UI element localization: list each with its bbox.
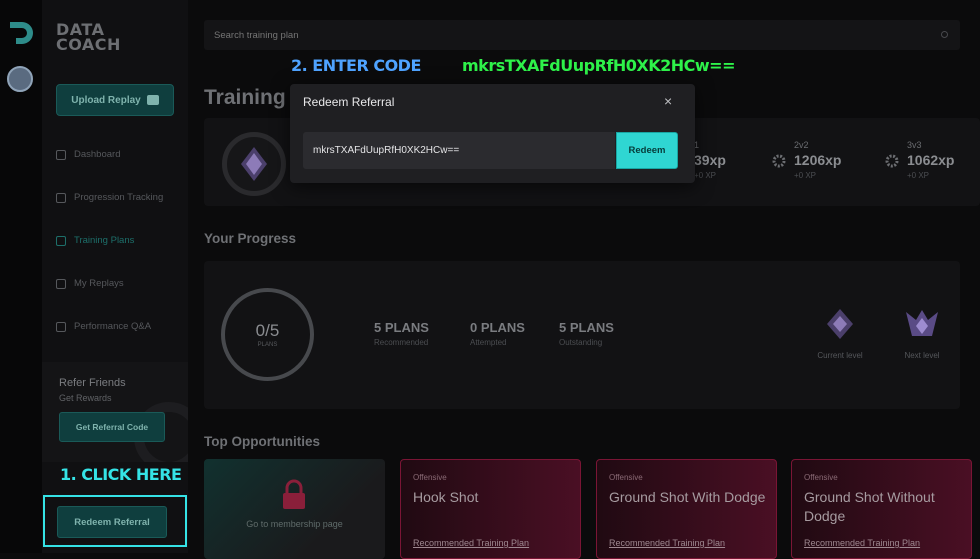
search-input[interactable] [214,29,914,41]
opportunity-category: Offensive [413,473,447,482]
current-level: Current level [810,306,870,360]
stat-value: 0 PLANS [470,320,525,335]
mode-delta: +0 XP [907,171,930,180]
modal-title: Redeem Referral [303,95,395,109]
plans-progress-ring: 0/5 PLANS [221,288,314,381]
opportunity-card[interactable]: Offensive Hook Shot Recommended Training… [400,459,581,559]
current-level-label: Current level [817,351,863,360]
progress-card: 0/5 PLANS 5 PLANS Recommended 0 PLANS At… [204,261,960,409]
mode-stat-3v3: 3v3 1062xp +0 XP [885,140,955,180]
mode-name: 1 [694,140,700,150]
data-coach-logo-icon[interactable] [6,18,36,48]
sidebar-item-training-plans[interactable]: Training Plans [56,235,134,246]
referral-code-input[interactable] [313,145,603,156]
ring-value: 0/5 [255,321,280,340]
step-1-annotation: 1. CLICK HERE [60,465,182,484]
opportunity-card[interactable]: Offensive Ground Shot Without Dodge Reco… [791,459,972,559]
code-annotation: mkrsTXAFdUupRfH0XK2HCw== [462,56,735,75]
chart-icon [56,192,66,203]
grid-icon [56,149,66,160]
training-plan-link[interactable]: Recommended Training Plan [413,538,529,548]
mode-xp: 39xp [694,152,726,168]
mode-name: 2v2 [794,140,809,150]
mode-name: 3v3 [907,140,922,150]
refer-subtitle: Get Rewards [59,393,112,403]
app-rail [0,0,42,553]
stat-recommended: 5 PLANS Recommended [374,320,429,347]
mode-delta: +0 XP [794,171,817,180]
sidebar-item-label: Training Plans [74,235,135,246]
opportunity-title: Hook Shot [413,489,479,505]
brand-wordmark: DATA COACH [56,22,121,54]
opportunity-card[interactable]: Offensive Ground Shot With Dodge Recomme… [596,459,777,559]
list-icon [56,321,66,332]
refer-title: Refer Friends [59,377,126,389]
ring-label: PLANS [257,342,278,348]
next-level-label: Next level [904,351,940,360]
sidebar-item-my-replays[interactable]: My Replays [56,278,124,289]
rank-emblem [222,132,286,196]
sidebar-item-label: Dashboard [74,149,121,160]
current-rank-icon [827,309,853,339]
redeem-button[interactable]: Redeem [616,132,678,169]
stat-label: Recommended [374,338,429,347]
stat-label: Outstanding [559,338,603,347]
opportunity-title: Ground Shot With Dodge [609,489,766,505]
mode-xp: 1206xp [794,152,842,168]
locked-opportunity-card[interactable]: Go to membership page [204,459,385,559]
user-avatar[interactable] [7,66,33,92]
step-2-annotation: 2. ENTER CODE [291,56,421,75]
mode-xp: 1062xp [907,152,955,168]
mode-delta: +0 XP [694,171,717,180]
refer-friends-panel: Refer Friends Get Rewards Get Referral C… [42,362,188,462]
rank-gear-icon [885,154,899,168]
stat-label: Attempted [470,338,507,347]
brand-line-2: COACH [56,35,121,54]
close-icon[interactable]: × [664,93,672,109]
sidebar-item-label: Progression Tracking [74,192,164,203]
sidebar-item-label: Performance Q&A [74,321,152,332]
sidebar-item-progression[interactable]: Progression Tracking [56,192,163,203]
your-progress-heading: Your Progress [204,231,297,246]
opportunity-category: Offensive [609,473,643,482]
redeem-referral-modal: Redeem Referral × Redeem [290,84,695,183]
mode-stat-2v2: 2v2 1206xp +0 XP [772,140,842,180]
mode-stat-1: 1 39xp +0 XP [694,140,726,180]
sidebar-item-dashboard[interactable]: Dashboard [56,149,120,160]
next-rank-icon [906,310,938,336]
top-opportunities-heading: Top Opportunities [204,434,320,449]
redeem-referral-button[interactable]: Redeem Referral [57,506,167,538]
get-referral-code-button[interactable]: Get Referral Code [59,412,165,442]
camera-icon [56,278,66,289]
diamond-rank-icon [241,147,267,181]
sidebar-item-performance-qa[interactable]: Performance Q&A [56,321,151,332]
main-content: Training 1 39xp +0 XP 2v2 1206xp +0 XP 3… [188,0,980,559]
upload-replay-button[interactable]: Upload Replay [56,84,174,116]
membership-link[interactable]: Go to membership page [204,517,385,531]
next-level: Next level [892,306,952,360]
opportunity-title: Ground Shot Without Dodge [804,489,935,524]
document-icon [56,235,66,246]
upload-replay-label: Upload Replay [71,94,141,106]
sidebar-item-label: My Replays [74,278,124,289]
stat-value: 5 PLANS [374,320,429,335]
referral-code-field[interactable] [303,132,615,169]
page-title: Training [204,86,286,109]
search-icon[interactable] [941,31,948,38]
stat-value: 5 PLANS [559,320,614,335]
stat-attempted: 0 PLANS Attempted [470,320,525,347]
upload-icon [146,95,159,105]
rank-gear-icon [772,154,786,168]
stat-outstanding: 5 PLANS Outstanding [559,320,614,347]
search-bar[interactable] [204,20,960,50]
training-plan-link[interactable]: Recommended Training Plan [609,538,725,548]
opportunity-category: Offensive [804,473,838,482]
training-plan-link[interactable]: Recommended Training Plan [804,538,920,548]
lock-icon [283,479,305,509]
